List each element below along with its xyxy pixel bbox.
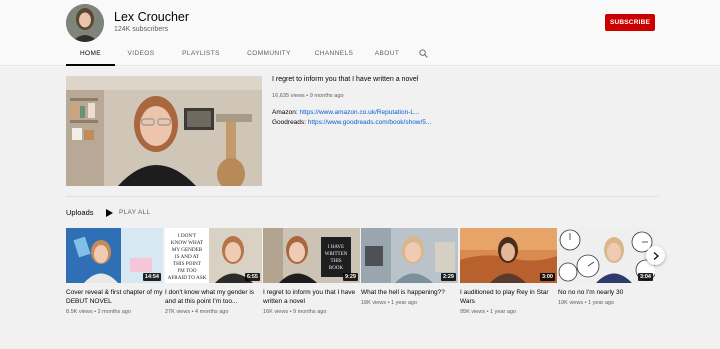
video-duration: 2:29: [440, 273, 456, 281]
featured-video-title[interactable]: I regret to inform you that I have writt…: [272, 76, 418, 83]
avatar-image: [66, 4, 104, 42]
video-thumbnail[interactable]: 14:54: [66, 228, 163, 283]
video-duration: 3:04: [637, 273, 653, 281]
video-meta: 27K views • 4 months ago: [165, 309, 229, 315]
thumb-text-line: THIS: [330, 259, 341, 264]
video-title[interactable]: Cover reveal & first chapter of my DEBUT…: [66, 288, 163, 306]
tab-community[interactable]: COMMUNITY: [235, 43, 303, 64]
tab-channels[interactable]: CHANNELS: [303, 43, 365, 64]
play-all-button[interactable]: PLAY ALL: [106, 206, 150, 219]
video-meta: 95K views • 1 year ago: [460, 309, 517, 315]
amazon-label: Amazon:: [272, 109, 298, 116]
channel-header: Lex Croucher 124K subscribers SUBSCRIBE …: [0, 0, 720, 66]
video-meta: 19K views • 1 year ago: [558, 300, 615, 306]
uploads-section-title[interactable]: Uploads: [66, 208, 94, 217]
featured-description-amazon: Amazon: https://www.amazon.co.uk/Reputat…: [272, 109, 419, 116]
subscribe-button[interactable]: SUBSCRIBE: [605, 14, 655, 31]
section-divider: [66, 196, 658, 197]
subscriber-count: 124K subscribers: [114, 26, 169, 33]
video-thumbnail[interactable]: 3:04: [558, 228, 655, 283]
video-card[interactable]: 14:54 Cover reveal & first chapter of my…: [66, 228, 163, 315]
featured-video-thumbnail[interactable]: [66, 76, 262, 186]
featured-video-meta: 16,635 views • 9 months ago: [272, 93, 344, 99]
thumb-text-line: I'M TOO: [177, 268, 196, 274]
video-thumbnail[interactable]: I HAVE WRITTEN THIS BOOK 9:29: [263, 228, 360, 283]
video-title[interactable]: I auditioned to play Rey in Star Wars: [460, 288, 557, 306]
play-icon: [106, 208, 113, 217]
search-icon[interactable]: [409, 43, 437, 64]
video-title[interactable]: No no no I'm nearly 30: [558, 288, 655, 297]
channel-name: Lex Croucher: [114, 10, 190, 24]
featured-description-goodreads: Goodreads: https://www.goodreads.com/boo…: [272, 119, 431, 126]
video-duration: 6:55: [244, 273, 260, 281]
tab-home[interactable]: HOME: [66, 43, 115, 66]
thumb-text-line: I HAVE: [328, 245, 344, 250]
video-card[interactable]: I HAVE WRITTEN THIS BOOK 9:29 I regret t…: [263, 228, 360, 315]
tab-playlists[interactable]: PLAYLISTS: [167, 43, 235, 64]
video-title[interactable]: I don't know what my gender is and at th…: [165, 288, 262, 306]
thumb-text-line: THIS POINT: [173, 261, 202, 267]
goodreads-link[interactable]: https://www.goodreads.com/book/show/5...: [308, 119, 432, 126]
thumb-text-line: MY GENDER: [172, 247, 203, 253]
video-card[interactable]: 3:00 I auditioned to play Rey in Star Wa…: [460, 228, 557, 315]
video-thumbnail[interactable]: I DON'T KNOW WHAT MY GENDER IS AND AT TH…: [165, 228, 262, 283]
tab-videos[interactable]: VIDEOS: [115, 43, 167, 64]
tab-about[interactable]: ABOUT: [365, 43, 409, 64]
thumb-text-line: AFRAID TO ASK: [168, 275, 207, 281]
thumb-text-line: BOOK: [329, 266, 344, 271]
video-thumbnail[interactable]: 3:00: [460, 228, 557, 283]
video-card[interactable]: 2:29 What the hell is happening?? 18K vi…: [361, 228, 458, 306]
video-title[interactable]: What the hell is happening??: [361, 288, 458, 297]
channel-tabs: HOME VIDEOS PLAYLISTS COMMUNITY CHANNELS…: [66, 43, 437, 66]
video-card[interactable]: 3:04 No no no I'm nearly 30 19K views • …: [558, 228, 655, 306]
channel-avatar[interactable]: [66, 4, 104, 42]
thumb-text-line: WRITTEN: [325, 252, 348, 257]
play-all-label: PLAY ALL: [119, 209, 151, 216]
video-title[interactable]: I regret to inform you that I have writt…: [263, 288, 360, 306]
video-duration: 9:29: [342, 273, 358, 281]
shelf-next-button[interactable]: [646, 246, 665, 265]
video-meta: 8.5K views • 2 months ago: [66, 309, 131, 315]
chevron-right-icon: [653, 251, 659, 260]
video-card[interactable]: I DON'T KNOW WHAT MY GENDER IS AND AT TH…: [165, 228, 262, 315]
thumb-text-line: KNOW WHAT: [171, 240, 204, 246]
thumb-text-line: I DON'T: [178, 233, 197, 239]
video-thumbnail[interactable]: 2:29: [361, 228, 458, 283]
video-meta: 16K views • 9 months ago: [263, 309, 327, 315]
thumb-text-line: IS AND AT: [175, 254, 200, 260]
amazon-link[interactable]: https://www.amazon.co.uk/Reputation-L...: [299, 109, 419, 116]
goodreads-label: Goodreads:: [272, 119, 306, 126]
video-duration: 14:54: [142, 273, 161, 281]
video-meta: 18K views • 1 year ago: [361, 300, 418, 306]
video-duration: 3:00: [539, 273, 555, 281]
